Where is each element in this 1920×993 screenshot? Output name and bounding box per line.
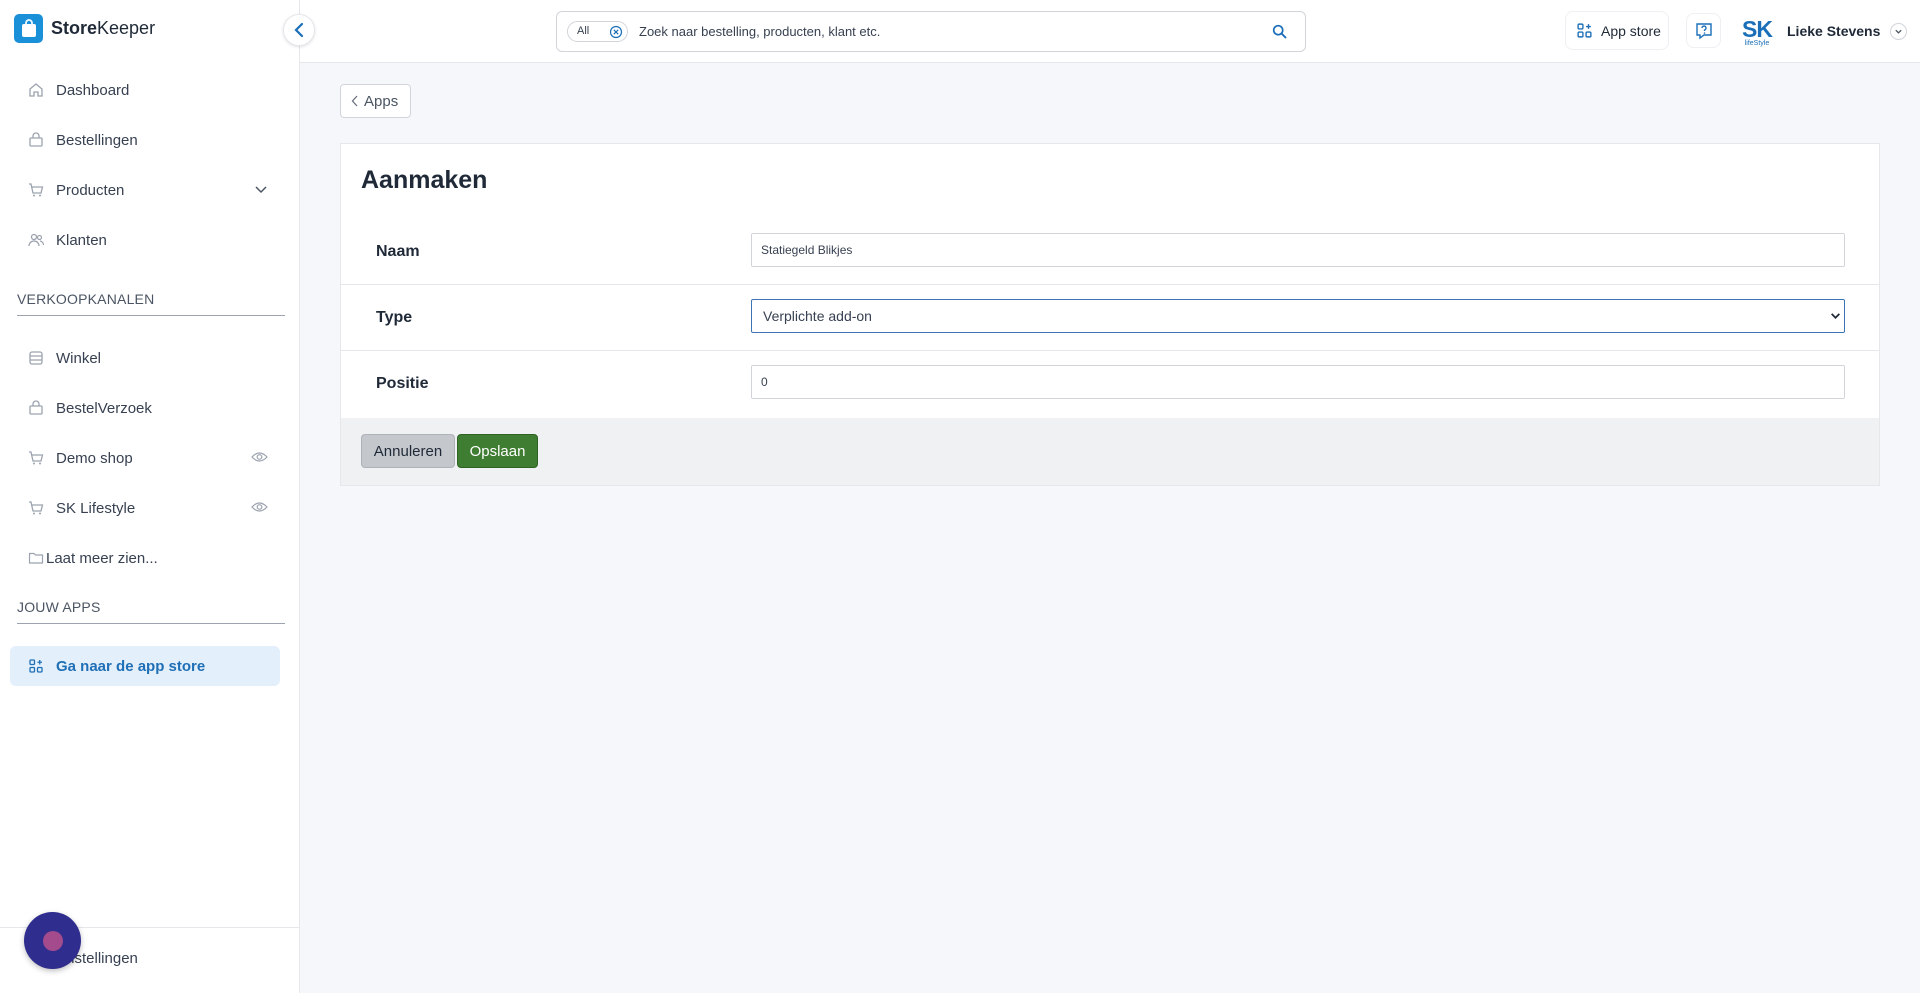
sidebar-item-bestelverzoek[interactable]: BestelVerzoek bbox=[10, 388, 280, 428]
store-icon bbox=[28, 350, 44, 366]
folder-icon bbox=[28, 550, 44, 566]
field-label: Type bbox=[376, 309, 413, 326]
form-row-type: Type Verplichte add-on bbox=[341, 285, 1879, 351]
chevron-left-icon bbox=[351, 95, 359, 107]
sidebar-item-label: Ga naar de app store bbox=[56, 657, 206, 675]
sidebar-item-label: Bestellingen bbox=[56, 131, 138, 149]
help-button[interactable] bbox=[1686, 13, 1721, 48]
page-title: Aanmaken bbox=[361, 166, 488, 194]
eye-icon[interactable] bbox=[251, 450, 268, 464]
chat-avatar-icon bbox=[42, 930, 63, 951]
brand-name: StoreKeeper bbox=[51, 18, 156, 38]
search-scope-chip[interactable]: All bbox=[567, 21, 628, 42]
save-button[interactable]: Opslaan bbox=[457, 434, 538, 468]
app-store-button[interactable]: App store bbox=[1565, 11, 1669, 50]
sidebar-item-sk-lifestyle[interactable]: SK Lifestyle bbox=[10, 488, 280, 528]
search-scope-label: All bbox=[577, 25, 590, 37]
search-icon[interactable] bbox=[1272, 24, 1287, 39]
form-row-positie: Positie 0 bbox=[341, 351, 1879, 417]
sidebar-item-label: Winkel bbox=[56, 349, 102, 367]
field-label: Naam bbox=[376, 243, 420, 260]
clear-scope-icon[interactable] bbox=[609, 25, 623, 39]
search-bar[interactable]: All Zoek naar bestelling, producten, kla… bbox=[556, 11, 1306, 52]
section-heading-your-apps: JOUW APPS bbox=[17, 599, 285, 624]
sidebar-item-label: Demo shop bbox=[56, 449, 133, 467]
back-label: Apps bbox=[364, 92, 399, 110]
type-select[interactable]: Verplichte add-on bbox=[751, 299, 1845, 333]
apps-grid-icon bbox=[1576, 22, 1593, 39]
app-store-label: App store bbox=[1601, 22, 1661, 39]
chat-widget-button[interactable] bbox=[24, 912, 81, 969]
sidebar-item-demo-shop[interactable]: Demo shop bbox=[10, 438, 280, 478]
collapse-sidebar-button[interactable] bbox=[283, 14, 315, 46]
home-icon bbox=[28, 82, 44, 98]
type-select-value: Verplichte add-on bbox=[763, 308, 872, 324]
name-input[interactable]: Statiegeld Blikjes bbox=[751, 233, 1845, 267]
sidebar-item-app-store[interactable]: Ga naar de app store bbox=[10, 646, 280, 686]
sidebar: StoreKeeper Dashboard Bestellingen Produ… bbox=[0, 0, 300, 993]
back-to-apps-button[interactable]: Apps bbox=[340, 84, 412, 118]
chevron-left-icon bbox=[293, 22, 305, 38]
sidebar-item-bestellingen[interactable]: Bestellingen bbox=[10, 120, 280, 160]
create-form-card: Aanmaken Naam Statiegeld Blikjes Type Ve… bbox=[340, 143, 1880, 486]
cart-icon bbox=[28, 450, 44, 466]
brand[interactable]: StoreKeeper bbox=[14, 14, 155, 43]
topbar: All Zoek naar bestelling, producten, kla… bbox=[300, 0, 1920, 63]
chevron-down-icon[interactable] bbox=[1890, 23, 1907, 40]
cart-icon bbox=[28, 500, 44, 516]
field-label: Positie bbox=[376, 375, 429, 392]
user-name[interactable]: Lieke Stevens bbox=[1787, 23, 1880, 39]
sidebar-item-label: Producten bbox=[56, 181, 125, 199]
sidebar-item-winkel[interactable]: Winkel bbox=[10, 338, 280, 378]
sidebar-item-label: Dashboard bbox=[56, 81, 130, 99]
search-input[interactable]: Zoek naar bestelling, producten, klant e… bbox=[639, 24, 880, 39]
sidebar-item-label: SK Lifestyle bbox=[56, 499, 136, 517]
sidebar-item-dashboard[interactable]: Dashboard bbox=[10, 70, 280, 110]
eye-icon[interactable] bbox=[251, 500, 268, 514]
cancel-button[interactable]: Annuleren bbox=[361, 434, 455, 468]
sidebar-item-producten[interactable]: Producten bbox=[10, 170, 280, 210]
shopping-bag-icon bbox=[28, 132, 44, 148]
chevron-down-icon[interactable] bbox=[254, 182, 268, 196]
sidebar-item-label: BestelVerzoek bbox=[56, 399, 152, 417]
shopping-bag-icon bbox=[28, 400, 44, 416]
position-input[interactable]: 0 bbox=[751, 365, 1845, 399]
section-heading-sales-channels: VERKOOPKANALEN bbox=[17, 291, 285, 316]
sidebar-item-klanten[interactable]: Klanten bbox=[10, 220, 280, 260]
form-row-naam: Naam Statiegeld Blikjes bbox=[341, 219, 1879, 285]
cart-icon bbox=[28, 182, 44, 198]
form-actions: Annuleren Opslaan bbox=[341, 418, 1879, 485]
shopping-bag-logo-icon bbox=[14, 14, 43, 43]
users-icon bbox=[28, 232, 44, 248]
sidebar-item-label: Klanten bbox=[56, 231, 107, 249]
help-chat-icon bbox=[1695, 22, 1713, 40]
chevron-down-icon bbox=[1830, 310, 1841, 321]
apps-grid-icon bbox=[28, 658, 44, 674]
show-more-label: Laat meer zien... bbox=[46, 549, 158, 567]
sidebar-show-more[interactable]: Laat meer zien... bbox=[10, 538, 280, 578]
user-company-logo: SK lifeStyle bbox=[1742, 16, 1773, 48]
